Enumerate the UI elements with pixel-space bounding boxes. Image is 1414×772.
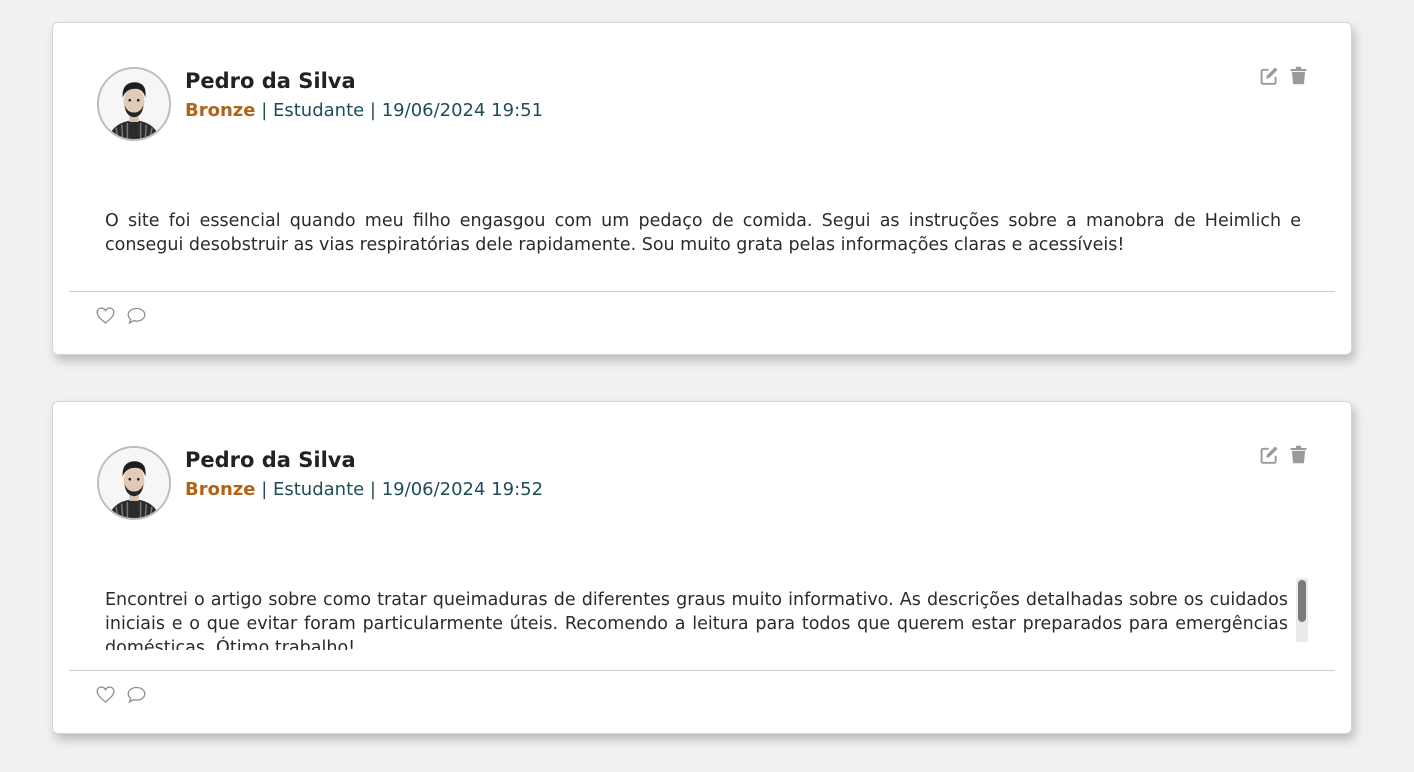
meta-separator: | <box>364 100 382 121</box>
trash-icon <box>1290 66 1307 85</box>
heart-icon <box>96 307 115 324</box>
rank-badge: Bronze <box>185 479 256 500</box>
comment-text: O site foi essencial quando meu filho en… <box>105 211 1301 255</box>
comment-icon <box>127 686 146 704</box>
edit-button[interactable] <box>1259 444 1280 465</box>
comment-footer <box>95 305 147 326</box>
edit-icon <box>1260 446 1278 464</box>
comment-actions <box>1259 65 1309 86</box>
avatar <box>97 446 171 520</box>
comment-datetime: 19/06/2024 19:52 <box>381 479 544 500</box>
author-role: Estudante <box>272 100 365 121</box>
meta-separator: | <box>364 479 382 500</box>
trash-icon <box>1290 445 1307 464</box>
avatar <box>97 67 171 141</box>
comment-card: Pedro da Silva Bronze | Estudante | 19/0… <box>52 401 1352 734</box>
delete-button[interactable] <box>1288 65 1309 86</box>
comment-datetime: 19/06/2024 19:51 <box>381 100 544 121</box>
edit-icon <box>1260 67 1278 85</box>
comment-text-scrollbar[interactable] <box>1296 578 1308 642</box>
comment-icon <box>127 307 146 325</box>
author-role: Estudante <box>272 479 365 500</box>
comment-meta: Bronze | Estudante | 19/06/2024 19:51 <box>185 100 543 121</box>
comment-meta: Bronze | Estudante | 19/06/2024 19:52 <box>185 479 543 500</box>
meta-separator: | <box>255 479 273 500</box>
comment-footer <box>95 684 147 705</box>
comment-button[interactable] <box>126 684 147 705</box>
edit-button[interactable] <box>1259 65 1280 86</box>
comment-text[interactable]: Encontrei o artigo sobre como tratar que… <box>105 588 1288 650</box>
like-button[interactable] <box>95 305 116 326</box>
like-button[interactable] <box>95 684 116 705</box>
comment-card: Pedro da Silva Bronze | Estudante | 19/0… <box>52 22 1352 355</box>
delete-button[interactable] <box>1288 444 1309 465</box>
scrollbar-thumb[interactable] <box>1298 580 1306 622</box>
comment-button[interactable] <box>126 305 147 326</box>
author-name: Pedro da Silva <box>185 448 356 472</box>
comment-feed: Pedro da Silva Bronze | Estudante | 19/0… <box>0 0 1414 772</box>
avatar-photo <box>99 448 169 518</box>
rank-badge: Bronze <box>185 100 256 121</box>
card-divider <box>69 291 1335 292</box>
heart-icon <box>96 686 115 703</box>
comment-actions <box>1259 444 1309 465</box>
avatar-photo <box>99 69 169 139</box>
card-divider <box>69 670 1335 671</box>
author-name: Pedro da Silva <box>185 69 356 93</box>
meta-separator: | <box>255 100 273 121</box>
